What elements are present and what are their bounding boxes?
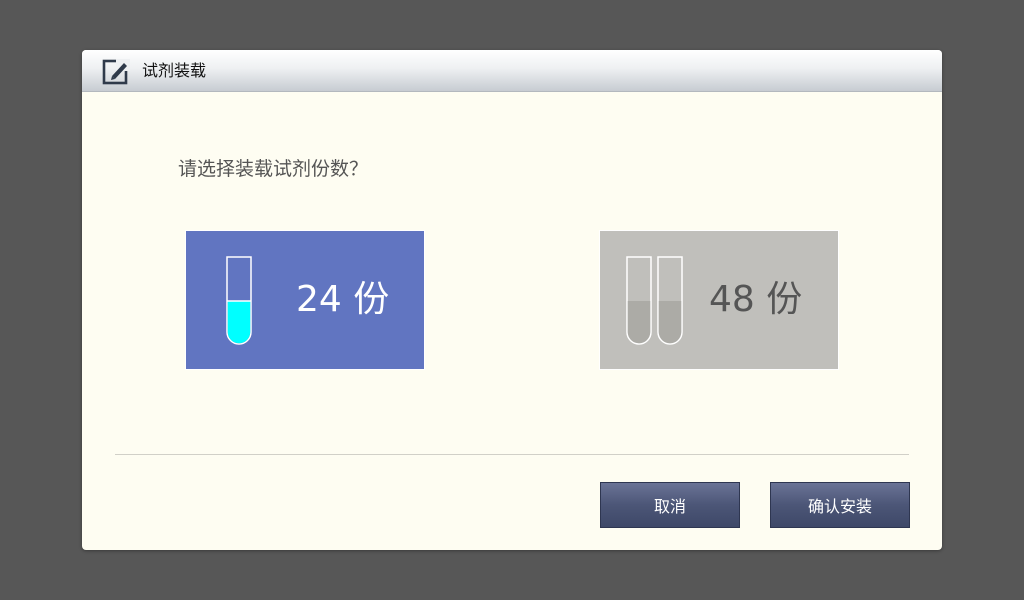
dialog-title: 试剂装载 [142,61,207,80]
cancel-button[interactable]: 取消 [600,482,740,528]
single-test-tube-icon [226,256,252,345]
option-48-label: 48 份 [709,279,803,320]
footer-divider [115,454,909,455]
prompt-text: 请选择装载试剂份数？ [178,158,369,180]
option-24-tests[interactable]: 24 份 [185,230,425,370]
reagent-load-dialog: 试剂装载 请选择装载试剂份数？ 24 份 48 份 取消 确认安装 [82,50,942,550]
option-48-tests[interactable]: 48 份 [599,230,839,370]
dialog-titlebar: 试剂装载 [82,50,942,92]
double-test-tube-icon [626,256,683,345]
option-24-label: 24 份 [296,279,390,320]
confirm-install-button[interactable]: 确认安装 [770,482,910,528]
edit-icon [102,59,130,85]
